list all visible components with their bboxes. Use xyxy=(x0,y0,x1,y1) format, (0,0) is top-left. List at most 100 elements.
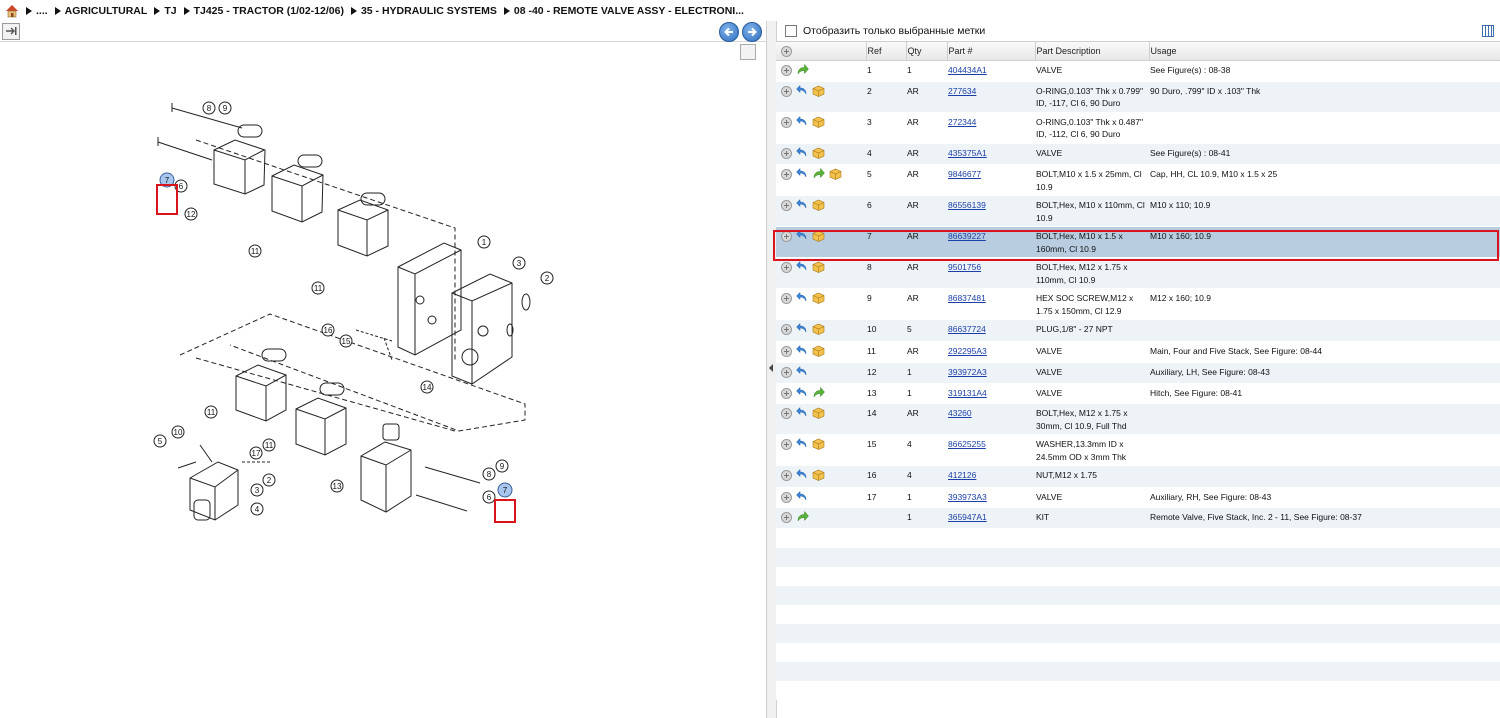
callout[interactable]: 8 xyxy=(482,467,496,481)
callout[interactable]: 2 xyxy=(262,473,276,487)
replace-arrow-icon[interactable] xyxy=(796,146,808,162)
replace-arrow-icon[interactable] xyxy=(796,490,808,506)
header-ref[interactable]: Ref xyxy=(866,42,907,61)
part-number-link[interactable]: 86639227 xyxy=(948,231,986,241)
table-row[interactable]: 1 1 404434A1 VALVE See Figure(s) : 08-38 xyxy=(776,60,1500,82)
table-row[interactable]: 7 AR 86639227 BOLT,Hex, M10 x 1.5 x 160mm, … xyxy=(776,226,1500,258)
callout[interactable]: 9 xyxy=(218,101,232,115)
part-number-link[interactable]: 412126 xyxy=(948,470,976,480)
add-to-cart-icon[interactable] xyxy=(812,230,825,246)
expand-row-icon[interactable] xyxy=(781,367,792,378)
header-actions[interactable] xyxy=(776,42,867,61)
part-number-link[interactable]: 272344 xyxy=(948,117,976,127)
replace-arrow-icon[interactable] xyxy=(796,322,808,338)
add-to-cart-icon[interactable] xyxy=(812,438,825,454)
expand-row-icon[interactable] xyxy=(781,116,792,128)
table-row[interactable]: 11 AR 292295A3 VALVE Main, Four and Five Sta… xyxy=(776,341,1500,363)
table-row[interactable]: 13 1 319131A4 VALVE Hitch, See Figure: 08-41 xyxy=(776,383,1500,404)
part-number-link[interactable]: 86837481 xyxy=(948,293,986,303)
show-selected-only-checkbox[interactable] xyxy=(785,25,797,37)
replace-arrow-icon[interactable] xyxy=(796,260,808,276)
part-number-link[interactable]: 404434A1 xyxy=(948,65,987,75)
expand-row-icon[interactable] xyxy=(781,324,792,335)
expand-row-icon[interactable] xyxy=(781,387,792,399)
callout[interactable]: 9 xyxy=(495,459,509,473)
expand-row-icon[interactable] xyxy=(781,147,792,159)
part-number-link[interactable]: 319131A4 xyxy=(948,388,987,398)
part-number-link[interactable]: 393973A3 xyxy=(948,492,987,502)
add-to-cart-icon[interactable] xyxy=(812,199,825,215)
table-row[interactable]: 9 AR 86837481 HEX SOC SCREW,M12 x 1.75 x 15… xyxy=(776,288,1500,320)
goto-figure-icon[interactable] xyxy=(812,386,825,402)
part-number-link[interactable]: 43260 xyxy=(948,408,972,418)
expand-row-icon[interactable] xyxy=(781,491,792,503)
table-row[interactable]: 1 365947A1 KIT Remote Valve, Five Stack, In… xyxy=(776,507,1500,529)
expand-row-icon[interactable] xyxy=(781,345,792,357)
table-row[interactable]: 3 AR 272344 O-RING,0.103" Thk x 0.487" ID, … xyxy=(776,112,1500,144)
expand-row-icon[interactable] xyxy=(781,231,792,242)
goto-figure-icon[interactable] xyxy=(812,167,825,183)
part-number-link[interactable]: 365947A1 xyxy=(948,512,987,522)
table-row[interactable]: 2 AR 277634 O-RING,0.103" Thk x 0.799" ID, … xyxy=(776,81,1500,113)
callout[interactable]: 3 xyxy=(250,483,264,497)
part-number-link[interactable]: 292295A3 xyxy=(948,346,987,356)
callout[interactable]: 5 xyxy=(153,434,167,448)
callout[interactable]: 17 xyxy=(249,446,263,460)
expand-row-icon[interactable] xyxy=(781,408,792,419)
expand-row-icon[interactable] xyxy=(781,293,792,304)
part-number-link[interactable]: 9846677 xyxy=(948,169,981,179)
callout[interactable]: 12 xyxy=(184,207,198,221)
table-row[interactable]: 15 4 86625255 WASHER,13.3mm ID x 24.5mm OD … xyxy=(776,434,1500,466)
table-row[interactable]: 4 AR 435375A1 VALVE See Figure(s) : 08-41 xyxy=(776,143,1500,165)
add-to-cart-icon[interactable] xyxy=(812,345,825,361)
replace-arrow-icon[interactable] xyxy=(796,84,808,100)
part-number-link[interactable]: 86625255 xyxy=(948,439,986,449)
callout[interactable]: 7 xyxy=(497,482,513,498)
breadcrumb-item[interactable]: TJ xyxy=(154,5,177,17)
goto-figure-icon[interactable] xyxy=(796,63,809,79)
table-row[interactable]: 5 AR 9846677 BOLT,M10 x 1.5 x 25mm, Cl 10.9… xyxy=(776,164,1500,196)
add-to-cart-icon[interactable] xyxy=(812,292,825,308)
callout[interactable]: 2 xyxy=(540,271,554,285)
table-row[interactable]: 12 1 393972A3 VALVE Auxiliary, LH, See Figur… xyxy=(776,362,1500,384)
replace-arrow-icon[interactable] xyxy=(796,386,808,402)
header-desc[interactable]: Part Description xyxy=(1035,42,1150,61)
part-number-link[interactable]: 86556139 xyxy=(948,200,986,210)
expand-row-icon[interactable] xyxy=(781,65,792,76)
replace-arrow-icon[interactable] xyxy=(796,198,808,214)
add-to-cart-icon[interactable] xyxy=(812,85,825,101)
replace-arrow-icon[interactable] xyxy=(796,344,808,360)
callout[interactable]: 11 xyxy=(248,244,262,258)
part-number-link[interactable]: 393972A3 xyxy=(948,367,987,377)
part-number-link[interactable]: 435375A1 xyxy=(948,148,987,158)
expand-row-icon[interactable] xyxy=(781,439,792,450)
add-to-cart-icon[interactable] xyxy=(812,407,825,423)
replace-arrow-icon[interactable] xyxy=(796,291,808,307)
replace-arrow-icon[interactable] xyxy=(796,365,808,381)
callout[interactable]: 8 xyxy=(202,101,216,115)
callout[interactable]: 11 xyxy=(262,438,276,452)
breadcrumb-item[interactable]: 08 -40 - REMOTE VALVE ASSY - ELECTRONI..… xyxy=(503,5,744,17)
goto-figure-icon[interactable] xyxy=(796,510,809,526)
expand-all-icon[interactable] xyxy=(781,46,792,57)
callout[interactable]: 14 xyxy=(420,380,434,394)
add-to-cart-icon[interactable] xyxy=(812,323,825,339)
table-row[interactable]: 6 AR 86556139 BOLT,Hex, M10 x 110mm, Cl 10.… xyxy=(776,195,1500,227)
add-to-cart-icon[interactable] xyxy=(812,469,825,485)
breadcrumb-item[interactable]: .... xyxy=(26,5,48,17)
add-to-cart-icon[interactable] xyxy=(812,147,825,163)
replace-arrow-icon[interactable] xyxy=(796,468,808,484)
add-to-cart-icon[interactable] xyxy=(812,261,825,277)
collapse-left-icon[interactable] xyxy=(769,364,773,372)
columns-icon[interactable] xyxy=(1482,25,1494,37)
expand-row-icon[interactable] xyxy=(781,262,792,273)
home-icon[interactable] xyxy=(4,3,20,19)
part-number-link[interactable]: 277634 xyxy=(948,86,976,96)
replace-arrow-icon[interactable] xyxy=(796,167,808,183)
header-usage[interactable]: Usage xyxy=(1149,42,1500,61)
callout[interactable]: 4 xyxy=(250,502,264,516)
callout[interactable]: 16 xyxy=(321,323,335,337)
expand-row-icon[interactable] xyxy=(781,512,792,523)
header-qty[interactable]: Qty xyxy=(906,42,948,61)
expand-row-icon[interactable] xyxy=(781,85,792,97)
